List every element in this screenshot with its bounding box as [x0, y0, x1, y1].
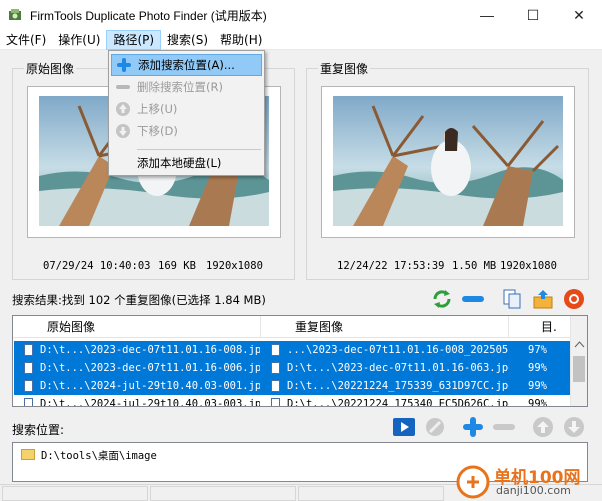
remove-location-icon	[492, 415, 516, 439]
menu-move-up: 上移(U)	[111, 98, 262, 120]
results-list-header: 原始图像 重复图像 目.	[13, 316, 587, 338]
close-button[interactable]: ✕	[556, 0, 602, 30]
results-summary: 搜索结果:找到 102 个重复图像(已选择 1.84 MB)	[12, 293, 266, 307]
status-panel	[150, 486, 296, 501]
file-icon	[271, 344, 280, 356]
duplicate-date: 12/24/22 17:53:39	[337, 260, 445, 272]
status-panel	[2, 486, 148, 501]
maximize-button[interactable]: ☐	[510, 0, 556, 30]
help-lifebuoy-icon[interactable]	[562, 287, 586, 311]
original-image-label: 原始图像	[24, 60, 77, 77]
path-menu-dropdown: 添加搜索位置(A)... 删除搜索位置(R) 上移(U) 下移(D) 添加本地硬…	[108, 50, 265, 176]
search-location-item[interactable]: D:\tools\桌面\image	[41, 448, 157, 463]
column-match[interactable]: 目.	[509, 316, 571, 338]
refresh-icon[interactable]	[430, 287, 454, 311]
menu-item-label: 下移(D)	[137, 124, 178, 138]
table-row[interactable]: D:\t...\2023-dec-07t11.01.16-008.jpg ...…	[14, 341, 571, 359]
table-row[interactable]: D:\t...\2024-jul-29t10.40.03-001.jpg D:\…	[14, 377, 571, 395]
column-original[interactable]: 原始图像	[13, 316, 261, 338]
file-icon	[24, 398, 33, 406]
arrow-down-icon	[115, 123, 131, 139]
row-match: 97%	[528, 344, 547, 356]
row-duplicate: D:\t...\2023-dec-07t11.01.16-063.jpg	[287, 362, 509, 374]
row-original: D:\t...\2023-dec-07t11.01.16-008.jpg	[40, 344, 260, 356]
menu-item-label: 上移(U)	[137, 102, 178, 116]
move-to-folder-icon[interactable]	[531, 287, 555, 311]
row-match: 99%	[528, 380, 547, 392]
row-original: D:\t...\2024-jul-29t10.40.03-003.jpg	[40, 398, 260, 407]
menu-bar: 文件(F) 操作(U) 路径(P) 搜索(S) 帮助(H)	[0, 29, 602, 50]
menu-item-label: 删除搜索位置(R)	[137, 80, 223, 94]
duplicate-photo[interactable]	[333, 96, 563, 226]
duplicate-photo-frame	[321, 86, 575, 238]
duplicate-image-label: 重复图像	[318, 60, 371, 77]
menu-item-label: 添加搜索位置(A)...	[138, 58, 235, 72]
results-scrollbar[interactable]	[570, 316, 587, 406]
duplicate-dims: 1920x1080	[500, 260, 557, 272]
row-duplicate: D:\t...\20221224_175339_631D97CC.jpg	[287, 380, 509, 392]
status-panel	[298, 486, 444, 501]
minimize-button[interactable]: —	[464, 0, 510, 30]
results-list[interactable]: 原始图像 重复图像 目. D:\t...\2023-dec-07t11.01.1…	[12, 315, 588, 407]
stop-search-icon	[423, 415, 447, 439]
copy-icon[interactable]	[500, 287, 524, 311]
table-row[interactable]: D:\t...\2023-dec-07t11.01.16-006.jpg D:\…	[14, 359, 571, 377]
menu-search[interactable]: 搜索(S)	[161, 30, 214, 50]
duplicate-size: 1.50 MB	[452, 260, 497, 272]
row-match: 99%	[528, 398, 547, 407]
file-icon	[271, 362, 280, 374]
file-icon	[24, 344, 33, 356]
menu-move-down: 下移(D)	[111, 120, 262, 142]
remove-icon[interactable]	[461, 287, 485, 311]
row-duplicate: D:\t...\20221224_175340_EC5D626C.jpg	[287, 398, 509, 407]
menu-operation[interactable]: 操作(U)	[52, 30, 106, 50]
window-title: FirmTools Duplicate Photo Finder (试用版本)	[30, 8, 267, 23]
file-icon	[24, 362, 33, 374]
move-down-icon	[562, 415, 586, 439]
title-bar: FirmTools Duplicate Photo Finder (试用版本) …	[0, 0, 602, 30]
menu-item-label: 添加本地硬盘(L)	[137, 156, 222, 170]
column-duplicate[interactable]: 重复图像	[261, 316, 509, 338]
start-search-icon[interactable]	[392, 415, 416, 439]
row-match: 99%	[528, 362, 547, 374]
menu-help[interactable]: 帮助(H)	[214, 30, 268, 50]
menu-file[interactable]: 文件(F)	[0, 30, 52, 50]
watermark-url: danji100.com	[496, 484, 571, 497]
move-up-icon	[531, 415, 555, 439]
menu-separator	[137, 149, 261, 150]
menu-path[interactable]: 路径(P)	[106, 29, 162, 50]
original-date: 07/29/24 10:40:03	[43, 260, 151, 272]
arrow-up-icon	[115, 101, 131, 117]
menu-add-local-drives[interactable]: 添加本地硬盘(L)	[111, 152, 262, 174]
menu-remove-search-location: 删除搜索位置(R)	[111, 76, 262, 98]
row-original: D:\t...\2023-dec-07t11.01.16-006.jpg	[40, 362, 260, 374]
watermark-logo-icon	[456, 465, 490, 499]
folder-icon	[21, 449, 35, 460]
watermark: 单机100网 danji100.com	[456, 463, 602, 501]
row-duplicate: ...\2023-dec-07t11.01.16-008_2025052C	[287, 344, 509, 356]
table-row[interactable]: D:\t...\2024-jul-29t10.40.03-003.jpg D:\…	[14, 395, 571, 407]
app-logo-icon	[9, 9, 21, 20]
original-size: 169 KB	[158, 260, 196, 272]
menu-add-search-location[interactable]: 添加搜索位置(A)...	[111, 54, 262, 76]
search-location-label: 搜索位置:	[12, 423, 65, 437]
file-icon	[24, 380, 33, 392]
file-icon	[271, 398, 280, 406]
file-icon	[271, 380, 280, 392]
plus-icon	[116, 57, 132, 73]
add-location-icon[interactable]	[461, 415, 485, 439]
scrollbar-thumb[interactable]	[573, 356, 585, 382]
row-original: D:\t...\2024-jul-29t10.40.03-001.jpg	[40, 380, 260, 392]
original-dims: 1920x1080	[206, 260, 263, 272]
minus-icon	[115, 79, 131, 95]
